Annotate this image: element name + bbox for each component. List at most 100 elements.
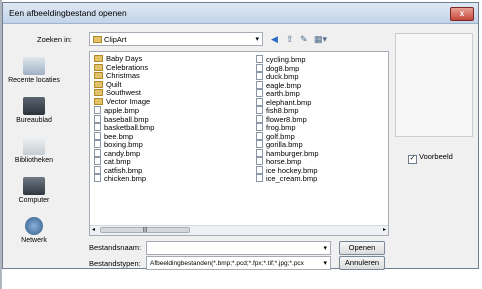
horizontal-scrollbar[interactable]: ◂ ||| ▸ [90,225,388,235]
file-column-1: Baby Days Celebrations Christmas Quilt South… [94,54,154,183]
filename-label: Bestandsnaam: [89,243,142,252]
file-icon [256,148,263,157]
file-column-2: cycling.bmp dog8.bmp duck.bmp eagle.bmp eart… [256,55,319,183]
item-label: chicken.bmp [104,174,147,183]
file-icon [256,140,263,148]
place-label: Bureaublad [16,117,52,124]
file-icon [94,106,101,114]
file-icon [256,114,263,123]
file-item[interactable]: flower8.bmp [256,114,319,123]
chevron-down-icon[interactable]: ▾ [323,244,327,252]
file-item[interactable]: cat.bmp [94,157,154,166]
item-label: Vector Image [106,96,151,106]
new-folder-icon[interactable]: ✎ [300,34,308,45]
scrollbar-thumb[interactable]: ||| [100,227,190,233]
place-network[interactable]: Netwerk [8,217,60,244]
folder-item[interactable]: Christmas [94,71,154,81]
place-label: Bibliotheken [14,157,54,164]
file-icon [94,131,101,140]
file-item[interactable]: catfish.bmp [94,165,154,174]
folder-item[interactable]: Vector Image [94,96,154,107]
file-item[interactable]: earth.bmp [256,89,319,98]
file-icon [256,55,263,63]
file-icon [94,148,101,157]
place-desktop[interactable]: Bureaublad [8,97,60,124]
file-item[interactable]: chicken.bmp [94,174,154,183]
recent-locations-icon [23,57,45,75]
chevron-down-icon: ▾ [323,260,327,267]
file-icon [94,174,101,182]
folder-icon [94,63,103,71]
checkbox-icon[interactable]: ✓ [408,155,417,164]
file-item[interactable]: hamburger.bmp [256,148,319,157]
file-item[interactable]: ice hockey.bmp [256,165,319,174]
file-item[interactable]: fish8.bmp [256,106,319,115]
file-icon [256,89,263,97]
file-icon [256,123,263,131]
folder-icon [94,97,103,105]
preview-pane [395,33,473,137]
file-item[interactable]: candy.bmp [94,148,154,157]
folder-icon [94,89,103,96]
close-button[interactable]: x [450,7,474,21]
view-menu-icon[interactable]: ▦▾ [314,34,327,45]
folder-icon [94,55,103,62]
file-item[interactable]: boxing.bmp [94,140,154,149]
file-item[interactable]: eagle.bmp [256,80,319,89]
file-icon [256,80,263,89]
preview-checkbox[interactable]: ✓ Voorbeeld [408,152,453,164]
file-icon [94,165,101,174]
place-computer[interactable]: Computer [8,177,60,204]
item-label: ice_cream.bmp [266,174,318,183]
place-label: Recente locaties [8,77,60,84]
file-icon [256,106,263,114]
cancel-button[interactable]: Annuleren [339,256,385,270]
file-icon [94,114,101,123]
file-icon [256,157,263,165]
filename-input[interactable]: ▾ [146,241,331,255]
filetype-dropdown[interactable]: Afbeeldingbestanden(*.bmp;*.pcd;*.fpx;*.… [146,256,331,270]
file-item[interactable]: bee.bmp [94,131,154,140]
file-icon [94,140,101,148]
desktop-icon [23,97,45,115]
place-recent[interactable]: Recente locaties [8,57,60,84]
open-image-dialog: Een afbeeldingbestand openen x Zoeken in… [2,2,479,270]
lookin-value: ClipArt [104,35,127,44]
network-icon [25,217,43,235]
file-item[interactable]: gorilla.bmp [256,140,319,149]
scroll-left-icon[interactable]: ◂ [92,226,95,233]
up-folder-icon[interactable]: ⇧ [286,34,294,45]
file-item[interactable]: elephant.bmp [256,97,319,106]
file-icon [256,72,263,80]
file-list[interactable]: Baby Days Celebrations Christmas Quilt South… [89,51,389,236]
lookin-label: Zoeken in: [37,35,73,44]
place-libraries[interactable]: Bibliotheken [8,137,60,164]
back-icon[interactable]: ◀ [271,34,278,45]
folder-icon [93,36,102,43]
file-item[interactable]: basketball.bmp [94,123,154,132]
file-item[interactable]: cycling.bmp [256,55,319,64]
file-icon [256,165,263,174]
file-item[interactable]: baseball.bmp [94,114,154,123]
preview-checkbox-label: Voorbeeld [419,152,453,161]
lookin-dropdown[interactable]: ClipArt ▾ [89,32,263,46]
file-item[interactable]: apple.bmp [94,106,154,115]
file-item[interactable]: ice_cream.bmp [256,174,319,183]
folder-icon [94,72,103,79]
filetype-value: Afbeeldingbestanden(*.bmp;*.pcd;*.fpx;*.… [150,260,304,267]
scroll-right-icon[interactable]: ▸ [383,226,386,233]
computer-icon [23,177,45,195]
libraries-icon [23,137,45,155]
file-icon [94,157,101,165]
file-item[interactable]: golf.bmp [256,131,319,140]
place-label: Netwerk [21,237,47,244]
dialog-title: Een afbeeldingbestand openen [9,8,127,18]
file-icon [256,97,263,106]
file-icon [256,131,263,140]
place-label: Computer [18,197,50,204]
open-button[interactable]: Openen [339,241,385,255]
file-item[interactable]: frog.bmp [256,123,319,132]
file-item[interactable]: horse.bmp [256,157,319,166]
file-item[interactable]: duck.bmp [256,72,319,81]
file-item[interactable]: dog8.bmp [256,63,319,72]
